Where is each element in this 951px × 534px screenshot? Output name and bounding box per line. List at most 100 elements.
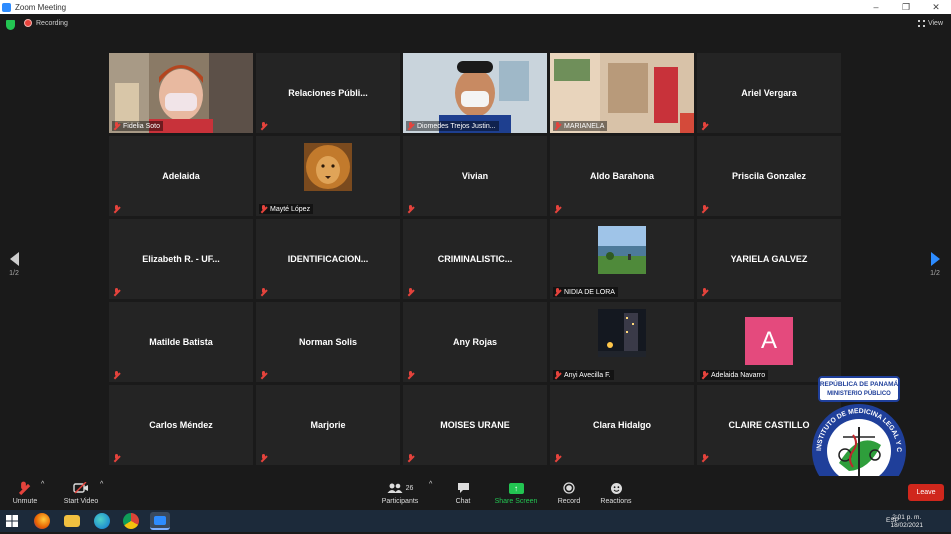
arrow-right-icon xyxy=(930,252,940,266)
participant-tile[interactable]: MARIANELA xyxy=(550,53,694,133)
participant-name-label: Diomedes Trejos Justin... xyxy=(406,121,499,131)
muted-mic-icon xyxy=(701,454,708,462)
chrome-icon[interactable] xyxy=(123,513,139,529)
participant-tile[interactable]: Aldo Barahona xyxy=(550,136,694,216)
participant-name: YARIELA GALVEZ xyxy=(730,254,808,264)
reactions-button[interactable]: Reactions xyxy=(598,481,634,505)
system-clock[interactable]: 2:01 p. m. 18/02/2021 xyxy=(890,514,923,530)
view-label: View xyxy=(927,20,943,27)
participant-name: Carlos Méndez xyxy=(149,420,213,430)
participant-tile[interactable]: Carlos Méndez xyxy=(109,385,253,465)
muted-mic-icon xyxy=(554,205,561,213)
start-video-label: Start Video xyxy=(63,498,99,505)
participant-tile[interactable]: Matilde Batista xyxy=(109,302,253,382)
participant-tile[interactable]: IDENTIFICACION... xyxy=(256,219,400,299)
participant-tile[interactable]: Relaciones Públi... xyxy=(256,53,400,133)
participant-tile[interactable]: Norman Solis xyxy=(256,302,400,382)
recording-indicator[interactable]: Recording xyxy=(24,19,68,27)
muted-mic-icon xyxy=(260,205,267,213)
edge-icon[interactable] xyxy=(94,513,110,529)
participants-count: 26 xyxy=(405,484,414,492)
muted-mic-icon xyxy=(407,288,414,296)
participant-name: Aldo Barahona xyxy=(589,171,654,181)
file-explorer-icon[interactable] xyxy=(64,515,80,527)
participant-name: Priscila Gonzalez xyxy=(731,171,807,181)
participant-name: Any Rojas xyxy=(452,337,497,347)
zoom-logo-icon xyxy=(2,2,11,12)
muted-mic-icon xyxy=(407,371,414,379)
participant-name-label: Adelaida Navarro xyxy=(700,370,769,380)
leave-button[interactable]: Leave xyxy=(908,484,944,501)
participants-button[interactable]: 26 Participants xyxy=(378,481,422,505)
muted-mic-icon xyxy=(260,122,267,130)
participant-tile[interactable]: Vivian xyxy=(403,136,547,216)
participant-tile[interactable]: Priscila Gonzalez xyxy=(697,136,841,216)
record-icon xyxy=(554,481,584,495)
firefox-icon[interactable] xyxy=(34,513,50,529)
participant-tile[interactable]: YARIELA GALVEZ xyxy=(697,219,841,299)
unmute-button[interactable]: Unmute xyxy=(10,481,40,505)
share-screen-button[interactable]: ↑ Share Screen xyxy=(492,481,540,505)
muted-mic-icon xyxy=(701,205,708,213)
svg-text:MINISTERIO PÚBLICO: MINISTERIO PÚBLICO xyxy=(827,390,891,397)
participant-tile[interactable]: NIDIA DE LORA xyxy=(550,219,694,299)
participant-tile[interactable]: Mayté López xyxy=(256,136,400,216)
participant-tile[interactable]: Ariel Vergara xyxy=(697,53,841,133)
next-page-button[interactable]: 1/2 xyxy=(927,252,943,277)
participant-tile[interactable]: Clara Hidalgo xyxy=(550,385,694,465)
participant-tile[interactable]: Anyi Avecilla F. xyxy=(550,302,694,382)
windows-start-icon[interactable] xyxy=(4,513,20,529)
chat-icon xyxy=(450,481,476,495)
unmute-label: Unmute xyxy=(12,498,38,505)
participants-icon: 26 xyxy=(378,481,422,495)
restore-button[interactable]: ❐ xyxy=(891,0,921,14)
record-button[interactable]: Record xyxy=(554,481,584,505)
view-button[interactable]: View xyxy=(917,20,943,27)
participant-tile[interactable]: A Adelaida Navarro xyxy=(697,302,841,382)
muted-mic-icon xyxy=(113,371,120,379)
participant-tile[interactable]: Elizabeth R. - UF... xyxy=(109,219,253,299)
video-options-caret[interactable]: ^ xyxy=(100,481,103,488)
participant-name-label: Mayté López xyxy=(259,204,314,214)
svg-text:REPÚBLICA DE PANAMÁ: REPÚBLICA DE PANAMÁ xyxy=(820,379,899,388)
participant-name: Fidelia Soto xyxy=(123,122,160,130)
muted-mic-icon xyxy=(113,454,120,462)
previous-page-button[interactable]: 1/2 xyxy=(6,252,22,277)
chat-label: Chat xyxy=(455,498,471,505)
zoom-taskbar-icon[interactable] xyxy=(150,512,170,530)
participant-tile[interactable]: CRIMINALISTIC... xyxy=(403,219,547,299)
participant-tile[interactable]: Adelaida xyxy=(109,136,253,216)
participant-tile[interactable]: Marjorie xyxy=(256,385,400,465)
muted-mic-icon xyxy=(407,122,414,130)
participant-name: CRIMINALISTIC... xyxy=(437,254,513,264)
page-indicator-left: 1/2 xyxy=(9,270,19,277)
participant-tile[interactable]: MOISES URANE xyxy=(403,385,547,465)
muted-mic-icon xyxy=(113,205,120,213)
participant-name: NIDIA DE LORA xyxy=(564,288,615,296)
participant-tile[interactable]: Any Rojas xyxy=(403,302,547,382)
video-off-icon xyxy=(60,481,102,495)
minimize-button[interactable]: – xyxy=(861,0,891,14)
participant-name: Vivian xyxy=(461,171,489,181)
participant-tile[interactable]: Fidelia Soto xyxy=(109,53,253,133)
audio-options-caret[interactable]: ^ xyxy=(41,481,44,488)
muted-mic-icon xyxy=(407,454,414,462)
chat-button[interactable]: Chat xyxy=(450,481,476,505)
security-shield-icon[interactable] xyxy=(6,20,15,30)
arrow-left-icon xyxy=(9,252,19,266)
participant-name: Matilde Batista xyxy=(149,337,213,347)
participants-options-caret[interactable]: ^ xyxy=(429,481,432,488)
participant-tile[interactable]: Diomedes Trejos Justin... xyxy=(403,53,547,133)
meeting-topbar: Recording View xyxy=(0,14,951,36)
start-video-button[interactable]: Start Video xyxy=(60,481,102,505)
muted-mic-icon xyxy=(113,122,120,130)
participant-name-label: MARIANELA xyxy=(553,121,608,131)
participant-name: IDENTIFICACION... xyxy=(287,254,369,264)
participant-name: Adelaida Navarro xyxy=(711,371,766,379)
window-title: Zoom Meeting xyxy=(15,2,67,12)
windows-taskbar: ESP 2:01 p. m. 18/02/2021 xyxy=(0,510,951,532)
close-button[interactable]: ✕ xyxy=(921,0,951,14)
participant-name: Adelaida xyxy=(162,171,200,181)
reactions-smiley-icon xyxy=(598,481,634,495)
record-label: Record xyxy=(557,498,581,505)
